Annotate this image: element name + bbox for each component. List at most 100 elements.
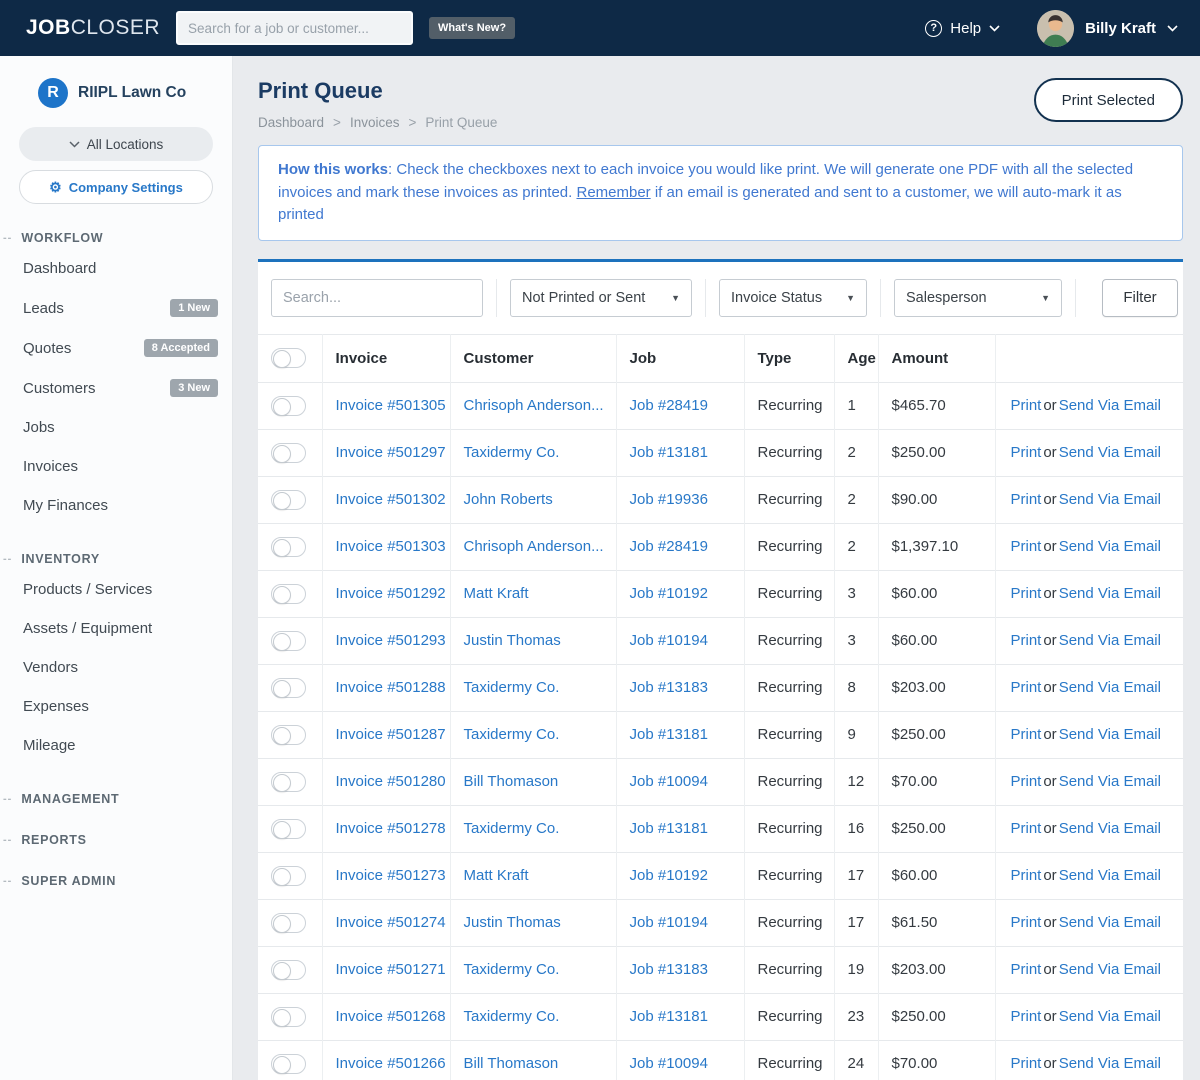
sidebar-item-invoices[interactable]: Invoices (0, 447, 232, 486)
print-link[interactable]: Print (1011, 679, 1042, 696)
customer-link[interactable]: Chrisoph Anderson... (464, 538, 604, 555)
customer-link[interactable]: Justin Thomas (464, 632, 561, 649)
row-select-toggle[interactable] (271, 583, 306, 604)
send-via-email-link[interactable]: Send Via Email (1059, 961, 1161, 978)
print-link[interactable]: Print (1011, 585, 1042, 602)
invoice-link[interactable]: Invoice #501280 (336, 773, 446, 790)
invoice-link[interactable]: Invoice #501278 (336, 820, 446, 837)
customer-link[interactable]: Taxidermy Co. (464, 726, 560, 743)
row-select-toggle[interactable] (271, 442, 306, 463)
help-menu[interactable]: ? Help (925, 19, 1000, 37)
job-link[interactable]: Job #10192 (630, 867, 708, 884)
job-link[interactable]: Job #28419 (630, 538, 708, 555)
print-link[interactable]: Print (1011, 397, 1042, 414)
send-via-email-link[interactable]: Send Via Email (1059, 914, 1161, 931)
sidebar-item-dashboard[interactable]: Dashboard (0, 249, 232, 288)
customer-link[interactable]: John Roberts (464, 491, 553, 508)
send-via-email-link[interactable]: Send Via Email (1059, 397, 1161, 414)
sidebar-item-my-finances[interactable]: My Finances (0, 486, 232, 525)
invoice-status-select[interactable]: Invoice Status ▼ (719, 278, 867, 317)
invoice-link[interactable]: Invoice #501297 (336, 444, 446, 461)
job-link[interactable]: Job #10094 (630, 1055, 708, 1072)
breadcrumb-dashboard[interactable]: Dashboard (258, 115, 324, 130)
row-select-toggle[interactable] (271, 912, 306, 933)
invoice-link[interactable]: Invoice #501303 (336, 538, 446, 555)
job-link[interactable]: Job #13183 (630, 961, 708, 978)
print-link[interactable]: Print (1011, 632, 1042, 649)
print-link[interactable]: Print (1011, 726, 1042, 743)
row-select-toggle[interactable] (271, 865, 306, 886)
customer-link[interactable]: Justin Thomas (464, 914, 561, 931)
send-via-email-link[interactable]: Send Via Email (1059, 1008, 1161, 1025)
job-link[interactable]: Job #10194 (630, 914, 708, 931)
job-link[interactable]: Job #28419 (630, 397, 708, 414)
job-link[interactable]: Job #13181 (630, 820, 708, 837)
global-search-input[interactable] (176, 11, 414, 45)
row-select-toggle[interactable] (271, 536, 306, 557)
job-link[interactable]: Job #10192 (630, 585, 708, 602)
table-search-input[interactable] (271, 278, 483, 317)
job-link[interactable]: Job #10094 (630, 773, 708, 790)
job-link[interactable]: Job #13181 (630, 444, 708, 461)
job-link[interactable]: Job #13183 (630, 679, 708, 696)
row-select-toggle[interactable] (271, 1053, 306, 1074)
print-link[interactable]: Print (1011, 961, 1042, 978)
print-link[interactable]: Print (1011, 914, 1042, 931)
print-selected-button[interactable]: Print Selected (1033, 78, 1183, 122)
print-link[interactable]: Print (1011, 773, 1042, 790)
user-avatar[interactable] (1037, 9, 1075, 47)
customer-link[interactable]: Bill Thomason (464, 1055, 559, 1072)
row-select-toggle[interactable] (271, 395, 306, 416)
job-link[interactable]: Job #13181 (630, 726, 708, 743)
print-link[interactable]: Print (1011, 820, 1042, 837)
send-via-email-link[interactable]: Send Via Email (1059, 820, 1161, 837)
filter-button[interactable]: Filter (1102, 278, 1178, 317)
invoice-link[interactable]: Invoice #501274 (336, 914, 446, 931)
row-select-toggle[interactable] (271, 677, 306, 698)
row-select-toggle[interactable] (271, 489, 306, 510)
customer-link[interactable]: Matt Kraft (464, 585, 529, 602)
row-select-toggle[interactable] (271, 771, 306, 792)
row-select-toggle[interactable] (271, 959, 306, 980)
customer-link[interactable]: Taxidermy Co. (464, 961, 560, 978)
section-header-management[interactable]: -- MANAGEMENT (0, 792, 232, 806)
job-link[interactable]: Job #19936 (630, 491, 708, 508)
send-via-email-link[interactable]: Send Via Email (1059, 773, 1161, 790)
send-via-email-link[interactable]: Send Via Email (1059, 444, 1161, 461)
invoice-link[interactable]: Invoice #501287 (336, 726, 446, 743)
customer-link[interactable]: Chrisoph Anderson... (464, 397, 604, 414)
send-via-email-link[interactable]: Send Via Email (1059, 679, 1161, 696)
send-via-email-link[interactable]: Send Via Email (1059, 632, 1161, 649)
row-select-toggle[interactable] (271, 630, 306, 651)
select-all-toggle[interactable] (271, 348, 306, 368)
invoice-link[interactable]: Invoice #501271 (336, 961, 446, 978)
customer-link[interactable]: Taxidermy Co. (464, 820, 560, 837)
print-link[interactable]: Print (1011, 1055, 1042, 1072)
print-link[interactable]: Print (1011, 538, 1042, 555)
user-menu-chevron-icon[interactable] (1167, 24, 1178, 32)
sidebar-item-leads[interactable]: Leads 1 New (0, 288, 232, 328)
printed-filter-select[interactable]: Not Printed or Sent ▼ (510, 278, 692, 317)
sidebar-item-mileage[interactable]: Mileage (0, 726, 232, 765)
job-link[interactable]: Job #13181 (630, 1008, 708, 1025)
send-via-email-link[interactable]: Send Via Email (1059, 726, 1161, 743)
print-link[interactable]: Print (1011, 491, 1042, 508)
send-via-email-link[interactable]: Send Via Email (1059, 867, 1161, 884)
sidebar-item-expenses[interactable]: Expenses (0, 687, 232, 726)
sidebar-item-vendors[interactable]: Vendors (0, 648, 232, 687)
customer-link[interactable]: Taxidermy Co. (464, 1008, 560, 1025)
customer-link[interactable]: Bill Thomason (464, 773, 559, 790)
locations-dropdown[interactable]: All Locations (19, 127, 213, 161)
whats-new-button[interactable]: What's New? (429, 17, 516, 39)
breadcrumb-invoices[interactable]: Invoices (350, 115, 400, 130)
print-link[interactable]: Print (1011, 444, 1042, 461)
invoice-link[interactable]: Invoice #501268 (336, 1008, 446, 1025)
row-select-toggle[interactable] (271, 1006, 306, 1027)
company-settings-button[interactable]: ⚙ Company Settings (19, 170, 213, 204)
invoice-link[interactable]: Invoice #501288 (336, 679, 446, 696)
send-via-email-link[interactable]: Send Via Email (1059, 1055, 1161, 1072)
sidebar-item-quotes[interactable]: Quotes 8 Accepted (0, 328, 232, 368)
customer-link[interactable]: Taxidermy Co. (464, 679, 560, 696)
invoice-link[interactable]: Invoice #501302 (336, 491, 446, 508)
invoice-link[interactable]: Invoice #501293 (336, 632, 446, 649)
